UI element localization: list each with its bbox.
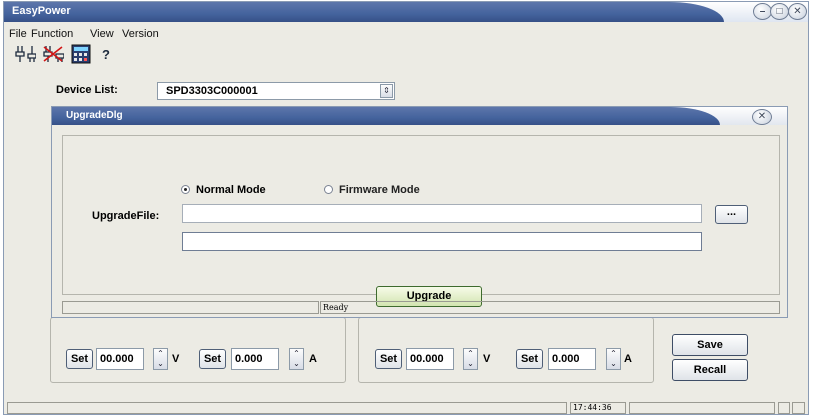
spin-up-icon[interactable]: ⌃	[290, 349, 303, 359]
spin-down-icon[interactable]: ⌄	[464, 359, 477, 369]
channel2-voltage-unit: V	[483, 353, 491, 365]
close-icon: ✕	[793, 6, 802, 17]
channel2-set-voltage-button[interactable]: Set	[375, 349, 402, 369]
maximize-button[interactable]: □	[770, 3, 789, 20]
connect-icon[interactable]	[14, 44, 37, 64]
title-bar-shape	[4, 2, 724, 22]
channel1-current-value: 0.000	[235, 353, 263, 365]
normal-mode-radio[interactable]: Normal Mode	[181, 184, 266, 196]
channel2-group: Set 00.000 ⌃ ⌄ V Set 0.000 ⌃ ⌄ A	[358, 317, 654, 383]
menu-bar: File Function View Version	[4, 24, 808, 42]
channel2-voltage-field[interactable]: 00.000	[406, 348, 454, 370]
spin-up-icon[interactable]: ⌃	[464, 349, 477, 359]
spin-down-icon[interactable]: ⌄	[290, 359, 303, 369]
channel1-set-voltage-button[interactable]: Set	[66, 349, 93, 369]
channel2-voltage-value: 00.000	[410, 353, 444, 365]
dialog-close-icon[interactable]: ✕	[752, 109, 772, 125]
spin-up-icon[interactable]: ⌃	[607, 349, 620, 359]
device-list-label: Device List:	[56, 84, 118, 96]
menu-version[interactable]: Version	[122, 28, 159, 40]
app-title: EasyPower	[12, 5, 71, 17]
channel2-set-current-button[interactable]: Set	[516, 349, 543, 369]
channel1-current-unit: A	[309, 353, 317, 365]
dialog-title-shape	[52, 107, 720, 125]
save-button[interactable]: Save	[672, 334, 748, 356]
channel1-voltage-unit: V	[172, 353, 180, 365]
upgrade-file-input[interactable]	[182, 204, 702, 223]
channel1-current-spinner[interactable]: ⌃ ⌄	[289, 348, 304, 370]
channel1-group: Set 00.000 ⌃ ⌄ V Set 0.000 ⌃ ⌄ A	[50, 317, 346, 383]
status-cell-small	[778, 402, 790, 414]
browse-button[interactable]: ...	[715, 205, 748, 224]
menu-view[interactable]: View	[90, 28, 114, 40]
dialog-status-bar: Ready	[62, 301, 780, 314]
device-select-value: SPD3303C000001	[166, 85, 258, 97]
upgrade-file-label: UpgradeFile:	[92, 210, 160, 222]
radio-checked-icon	[181, 185, 190, 194]
channel2-voltage-spinner[interactable]: ⌃ ⌄	[463, 348, 478, 370]
dialog-body: Normal Mode Firmware Mode UpgradeFile: .…	[62, 135, 780, 307]
firmware-mode-label: Firmware Mode	[339, 184, 420, 196]
channel1-set-current-button[interactable]: Set	[199, 349, 226, 369]
maximize-icon: □	[776, 6, 783, 17]
dialog-status-text: Ready	[320, 301, 780, 314]
status-extra-cell	[629, 402, 775, 414]
normal-mode-label: Normal Mode	[196, 184, 266, 196]
help-icon[interactable]: ?	[96, 44, 118, 64]
spin-down-icon[interactable]: ⌄	[607, 359, 620, 369]
radio-unchecked-icon	[324, 185, 333, 194]
menu-file[interactable]: File	[9, 28, 27, 40]
spin-up-icon[interactable]: ⌃	[154, 349, 167, 359]
minimize-icon: –	[759, 6, 766, 17]
device-select[interactable]: SPD3303C000001 ⇕	[157, 82, 395, 100]
channel2-current-spinner[interactable]: ⌃ ⌄	[606, 348, 621, 370]
channel2-current-value: 0.000	[552, 353, 580, 365]
channel2-current-unit: A	[624, 353, 632, 365]
status-bar: 17:44:36	[7, 402, 807, 414]
toolbar: ?	[12, 42, 172, 68]
channel2-current-field[interactable]: 0.000	[548, 348, 596, 370]
calculator-icon[interactable]	[70, 44, 92, 64]
dropdown-arrow-icon[interactable]: ⇕	[380, 84, 393, 98]
spin-down-icon[interactable]: ⌄	[154, 359, 167, 369]
menu-function[interactable]: Function	[31, 28, 73, 40]
channel2-controls: Set 00.000 ⌃ ⌄ V Set 0.000 ⌃ ⌄ A	[359, 347, 653, 371]
channel1-voltage-spinner[interactable]: ⌃ ⌄	[153, 348, 168, 370]
disconnect-icon[interactable]	[42, 44, 65, 64]
upgrade-progress-field	[182, 232, 702, 251]
main-window: EasyPower – □ ✕ File Function View Versi…	[3, 1, 809, 415]
firmware-mode-radio[interactable]: Firmware Mode	[324, 184, 420, 196]
recall-button[interactable]: Recall	[672, 359, 748, 381]
status-time: 17:44:36	[570, 402, 626, 414]
channel1-current-field[interactable]: 0.000	[231, 348, 279, 370]
title-bar: EasyPower – □ ✕	[4, 2, 808, 22]
channel1-controls: Set 00.000 ⌃ ⌄ V Set 0.000 ⌃ ⌄ A	[51, 347, 345, 371]
dialog-title: UpgradeDlg	[66, 110, 123, 121]
channel1-voltage-field[interactable]: 00.000	[96, 348, 144, 370]
dialog-title-bar: UpgradeDlg ✕	[52, 107, 787, 125]
svg-text:?: ?	[102, 47, 110, 62]
status-cell-small	[792, 402, 805, 414]
status-message-cell	[7, 402, 567, 414]
close-button[interactable]: ✕	[788, 3, 807, 20]
dialog-status-left	[62, 301, 319, 314]
channel1-voltage-value: 00.000	[100, 353, 134, 365]
upgrade-dialog: UpgradeDlg ✕ Normal Mode Firmware Mode U…	[51, 106, 788, 318]
